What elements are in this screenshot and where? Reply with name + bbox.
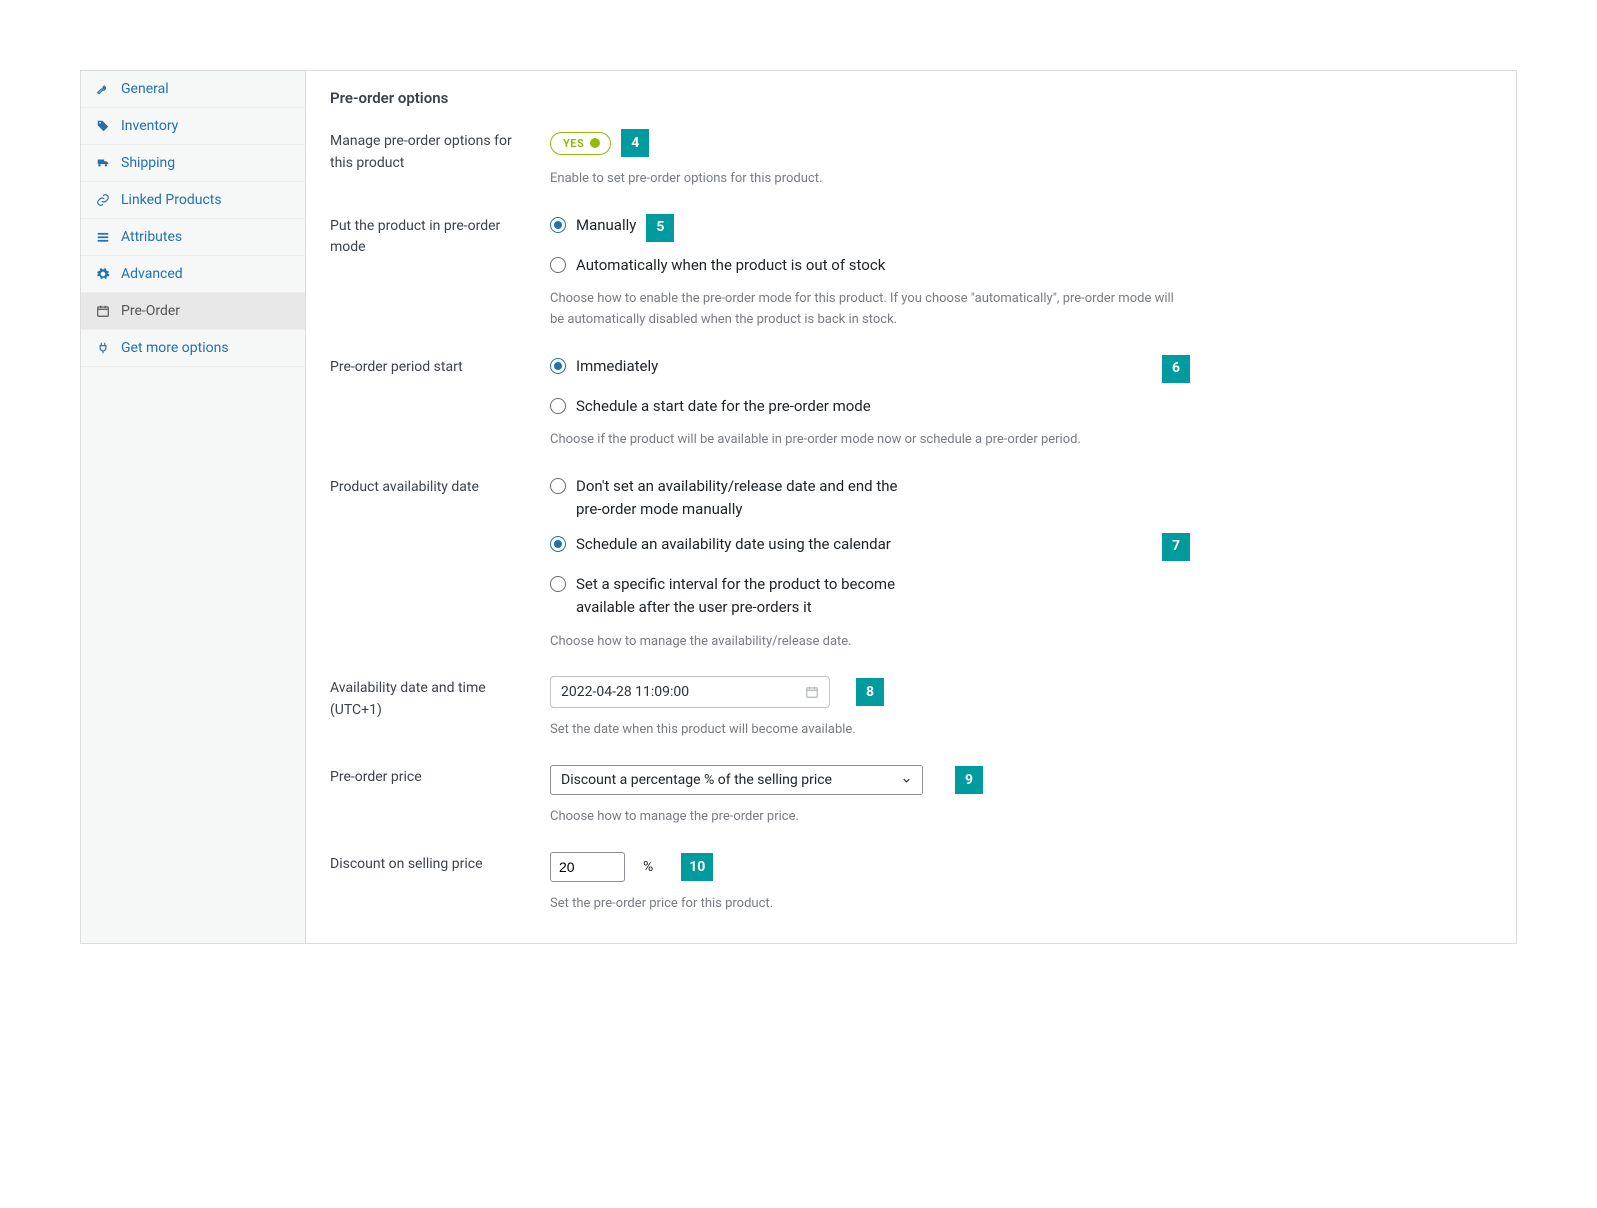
help-period-start: Choose if the product will be available … — [550, 430, 1190, 451]
tag-icon — [95, 118, 111, 134]
discount-input[interactable] — [550, 852, 625, 882]
discount-suffix: % — [643, 859, 653, 875]
toggle-manage[interactable]: YES — [550, 132, 611, 155]
radio-label: Schedule an availability date using the … — [576, 533, 891, 556]
sidebar-item-advanced[interactable]: Advanced — [81, 256, 305, 293]
radio-mode-manually[interactable] — [550, 217, 566, 233]
sidebar-item-label: Shipping — [121, 155, 175, 171]
row-period-start: Pre-order period start Immediately 6 Sch… — [330, 355, 1492, 451]
label-period-start: Pre-order period start — [330, 355, 550, 451]
chevron-down-icon — [901, 775, 912, 786]
sidebar-item-label: Get more options — [121, 340, 229, 356]
radio-period-immediately[interactable] — [550, 358, 566, 374]
toggle-state-text: YES — [563, 137, 584, 150]
sidebar: General Inventory Shipping Linked Produc… — [81, 71, 306, 943]
sidebar-item-get-more-options[interactable]: Get more options — [81, 330, 305, 367]
annotation-tag-9: 9 — [955, 766, 983, 794]
product-data-panel: General Inventory Shipping Linked Produc… — [80, 70, 1517, 944]
radio-avail-no-date[interactable] — [550, 478, 566, 494]
radio-mode-auto[interactable] — [550, 257, 566, 273]
sidebar-item-label: Inventory — [121, 118, 178, 134]
row-availability-date: Product availability date Don't set an a… — [330, 475, 1492, 653]
annotation-tag-7: 7 — [1162, 533, 1190, 561]
sidebar-item-label: Attributes — [121, 229, 182, 245]
sidebar-item-pre-order[interactable]: Pre-Order — [81, 293, 305, 330]
annotation-tag-5: 5 — [646, 214, 674, 242]
label-availability-date: Product availability date — [330, 475, 550, 653]
date-time-input[interactable]: 2022-04-28 11:09:00 — [550, 676, 830, 708]
row-mode: Put the product in pre-order mode Manual… — [330, 214, 1492, 331]
radio-label: Schedule a start date for the pre-order … — [576, 395, 871, 418]
calendar-picker-icon — [805, 685, 819, 699]
sidebar-item-shipping[interactable]: Shipping — [81, 145, 305, 182]
help-mode: Choose how to enable the pre-order mode … — [550, 289, 1190, 331]
price-select[interactable]: Discount a percentage % of the selling p… — [550, 765, 923, 795]
radio-avail-calendar[interactable] — [550, 536, 566, 552]
toggle-dot-icon — [590, 138, 600, 148]
help-availability-datetime: Set the date when this product will beco… — [550, 720, 1190, 741]
row-discount: Discount on selling price % 10 Set the p… — [330, 852, 1492, 915]
sidebar-item-linked-products[interactable]: Linked Products — [81, 182, 305, 219]
link-icon — [95, 192, 111, 208]
radio-label: Automatically when the product is out of… — [576, 254, 885, 277]
help-discount: Set the pre-order price for this product… — [550, 894, 1190, 915]
radio-period-schedule[interactable] — [550, 398, 566, 414]
sidebar-item-inventory[interactable]: Inventory — [81, 108, 305, 145]
sidebar-item-general[interactable]: General — [81, 71, 305, 108]
help-manage: Enable to set pre-order options for this… — [550, 169, 1190, 190]
sidebar-item-label: Linked Products — [121, 192, 222, 208]
row-manage: Manage pre-order options for this produc… — [330, 129, 1492, 190]
label-availability-datetime: Availability date and time (UTC+1) — [330, 676, 550, 741]
section-title: Pre-order options — [330, 89, 1492, 107]
radio-label: Set a specific interval for the product … — [576, 573, 946, 620]
date-value: 2022-04-28 11:09:00 — [561, 684, 805, 700]
row-availability-datetime: Availability date and time (UTC+1) 2022-… — [330, 676, 1492, 741]
plug-icon — [95, 340, 111, 356]
annotation-tag-10: 10 — [681, 853, 713, 881]
sidebar-item-label: Advanced — [121, 266, 183, 282]
list-icon — [95, 229, 111, 245]
annotation-tag-4: 4 — [621, 129, 649, 157]
sidebar-item-label: General — [121, 81, 169, 97]
row-preorder-price: Pre-order price Discount a percentage % … — [330, 765, 1492, 828]
radio-label: Don't set an availability/release date a… — [576, 475, 916, 522]
radio-avail-interval[interactable] — [550, 576, 566, 592]
sidebar-item-label: Pre-Order — [121, 303, 180, 319]
sidebar-item-attributes[interactable]: Attributes — [81, 219, 305, 256]
help-availability-date: Choose how to manage the availability/re… — [550, 632, 1190, 653]
help-price: Choose how to manage the pre-order price… — [550, 807, 1190, 828]
content-panel: Pre-order options Manage pre-order optio… — [306, 71, 1516, 943]
wrench-icon — [95, 81, 111, 97]
truck-icon — [95, 155, 111, 171]
select-value: Discount a percentage % of the selling p… — [561, 772, 832, 788]
label-mode: Put the product in pre-order mode — [330, 214, 550, 331]
annotation-tag-8: 8 — [856, 678, 884, 706]
radio-label: Manually — [576, 214, 636, 237]
calendar-icon — [95, 303, 111, 319]
label-preorder-price: Pre-order price — [330, 765, 550, 828]
label-discount: Discount on selling price — [330, 852, 550, 915]
label-manage: Manage pre-order options for this produc… — [330, 129, 550, 190]
gear-icon — [95, 266, 111, 282]
radio-label: Immediately — [576, 355, 658, 378]
annotation-tag-6: 6 — [1162, 355, 1190, 383]
